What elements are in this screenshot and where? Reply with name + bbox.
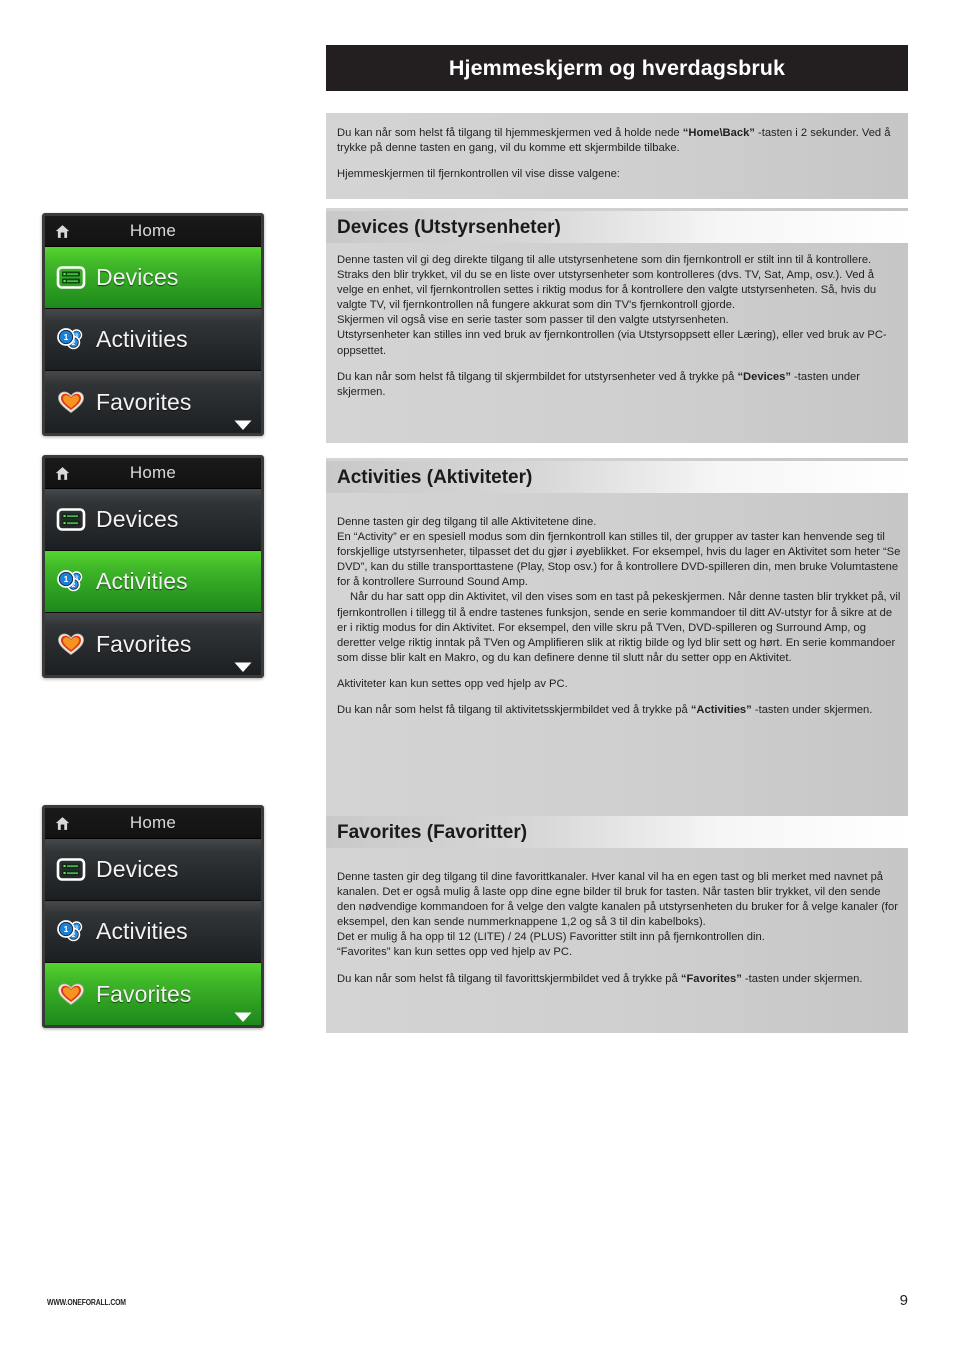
- screen-row-activities[interactable]: 3 2 1 Activities: [45, 901, 261, 963]
- devices-icon: [56, 508, 86, 531]
- favorites-paragraph-2: Det er mulig å ha opp til 12 (LITE) / 24…: [337, 931, 765, 944]
- devices-icon: [56, 858, 86, 881]
- screen-row-label: Activities: [96, 568, 188, 594]
- screen-row-activities[interactable]: 3 2 1 Activities: [45, 551, 261, 613]
- intro-paragraph-2: Hjemmeskjermen til fjernkontrollen vil v…: [337, 168, 620, 181]
- document-page: Hjemmeskjerm og hverdagsbruk Du kan når …: [0, 0, 954, 1350]
- chevron-down-glyph: [234, 420, 252, 430]
- intro-text: Du kan når som helst få tilgang til hjem…: [337, 126, 902, 182]
- screen-row-label: Favorites: [96, 630, 192, 657]
- intro-paragraph-1: Du kan når som helst få tilgang til hjem…: [337, 126, 902, 156]
- screen-row-devices[interactable]: Devices: [45, 839, 261, 901]
- chevron-down-icon[interactable]: [233, 418, 253, 430]
- screen-header-label: Home: [129, 813, 177, 832]
- chevron-down-icon[interactable]: [233, 660, 253, 672]
- intro-p1-part1: Du kan når som helst få tilgang til hjem…: [337, 127, 683, 139]
- devices-paragraph-2: Skjermen vil også vise en serie taster s…: [337, 314, 729, 327]
- heart-icon: [58, 983, 84, 1005]
- screen-header: Home: [45, 216, 261, 247]
- footer-website-url: WWW.ONEFORALL.COM: [47, 1298, 126, 1307]
- page-title: Hjemmeskjerm og hverdagsbruk: [448, 55, 786, 80]
- activities-heading: Activities (Aktiviteter): [337, 466, 533, 488]
- screen-row-label: Activities: [96, 326, 188, 352]
- devices-paragraph-3: Utstyrsenheter kan stilles inn ved bruk …: [337, 329, 887, 357]
- activities-paragraph-4: Aktiviteter kan kun settes opp ved hjelp…: [337, 677, 568, 690]
- favorites-text: Denne tasten gir deg tilgang til dine fa…: [337, 870, 902, 987]
- activities-heading-bar: Activities (Aktiviteter): [326, 461, 908, 493]
- favorites-heading: Favorites (Favoritter): [337, 821, 528, 843]
- favorites-paragraph-3: “Favorites” kan kun settes opp ved hjelp…: [337, 946, 573, 959]
- page-number: 9: [899, 1292, 908, 1309]
- screen-row-favorites[interactable]: Favorites: [45, 963, 261, 1025]
- activities-p5-part1: Du kan når som helst få tilgang til akti…: [337, 704, 691, 717]
- svg-text:1: 1: [64, 332, 69, 342]
- favorites-heading-bar: Favorites (Favoritter): [326, 816, 908, 848]
- activities-icon: 3 2 1: [57, 920, 83, 942]
- devices-key-name: “Devices”: [737, 370, 791, 383]
- devices-heading: Devices (Utstyrsenheter): [337, 216, 561, 238]
- favorites-p4-part1: Du kan når som helst få tilgang til favo…: [337, 972, 681, 985]
- activities-paragraph-1: Denne tasten gir deg tilgang til alle Ak…: [337, 516, 597, 528]
- activities-text: Denne tasten gir deg tilgang til alle Ak…: [337, 515, 902, 718]
- devices-paragraph-1: Denne tasten vil gi deg direkte tilgang …: [337, 254, 877, 312]
- screen-header-label: Home: [129, 463, 177, 482]
- home-icon: [55, 225, 70, 238]
- remote-screen-devices[interactable]: Home Devices 3 2 1 Activities Favorites: [42, 213, 264, 436]
- page-title-banner: Hjemmeskjerm og hverdagsbruk: [326, 45, 908, 91]
- svg-text:1: 1: [64, 924, 69, 934]
- screen-row-activities[interactable]: 3 2 1 Activities: [45, 309, 261, 371]
- home-icon: [55, 817, 70, 830]
- chevron-down-glyph: [234, 1012, 252, 1022]
- activities-paragraph-3: Når du har satt opp din Aktivitet, vil d…: [337, 591, 901, 664]
- screen-header-label: Home: [129, 221, 177, 240]
- activities-p5-part2: -tasten under skjermen.: [751, 704, 873, 717]
- screen-row-label: Activities: [96, 918, 188, 944]
- screen-header: Home: [45, 458, 261, 489]
- chevron-down-icon[interactable]: [233, 1010, 253, 1022]
- devices-heading-bar: Devices (Utstyrsenheter): [326, 211, 908, 243]
- devices-text: Denne tasten vil gi deg direkte tilgang …: [337, 253, 902, 400]
- screen-row-label: Favorites: [96, 980, 192, 1007]
- screen-header: Home: [45, 808, 261, 839]
- remote-screen-activities[interactable]: Home Devices 3 2 1 Activities Favorites: [42, 455, 264, 678]
- screen-row-favorites[interactable]: Favorites: [45, 613, 261, 675]
- favorites-p4-part2: -tasten under skjermen.: [741, 972, 863, 985]
- activities-paragraph-5: Du kan når som helst få tilgang til akti…: [337, 703, 902, 718]
- home-icon: [55, 467, 70, 480]
- screen-row-devices[interactable]: Devices: [45, 247, 261, 309]
- chevron-down-glyph: [234, 662, 252, 672]
- screen-row-label: Devices: [96, 856, 179, 882]
- devices-icon: [56, 266, 86, 289]
- devices-paragraph-4: Du kan når som helst få tilgang til skje…: [337, 370, 902, 400]
- activities-icon: 3 2 1: [57, 328, 83, 350]
- screen-row-favorites[interactable]: Favorites: [45, 371, 261, 433]
- favorites-key-name: “Favorites”: [680, 972, 742, 985]
- screen-row-devices[interactable]: Devices: [45, 489, 261, 551]
- activities-paragraph-2: En “Activity” er en spesiell modus som d…: [337, 531, 901, 589]
- heart-icon: [58, 391, 84, 413]
- activities-key-name: “Activities”: [690, 704, 752, 717]
- favorites-paragraph-1: Denne tasten gir deg tilgang til dine fa…: [337, 871, 898, 929]
- remote-screen-favorites[interactable]: Home Devices 3 2 1 Activities Favorites: [42, 805, 264, 1028]
- screen-row-label: Devices: [96, 264, 179, 290]
- svg-text:1: 1: [64, 574, 69, 584]
- devices-p4-part1: Du kan når som helst få tilgang til skje…: [337, 370, 738, 383]
- home-back-key-name: “Home\Back”: [682, 127, 755, 139]
- activities-icon: 3 2 1: [57, 570, 83, 592]
- favorites-paragraph-4: Du kan når som helst få tilgang til favo…: [337, 972, 902, 987]
- heart-icon: [58, 633, 84, 655]
- screen-row-label: Devices: [96, 506, 179, 532]
- screen-row-label: Favorites: [96, 388, 192, 415]
